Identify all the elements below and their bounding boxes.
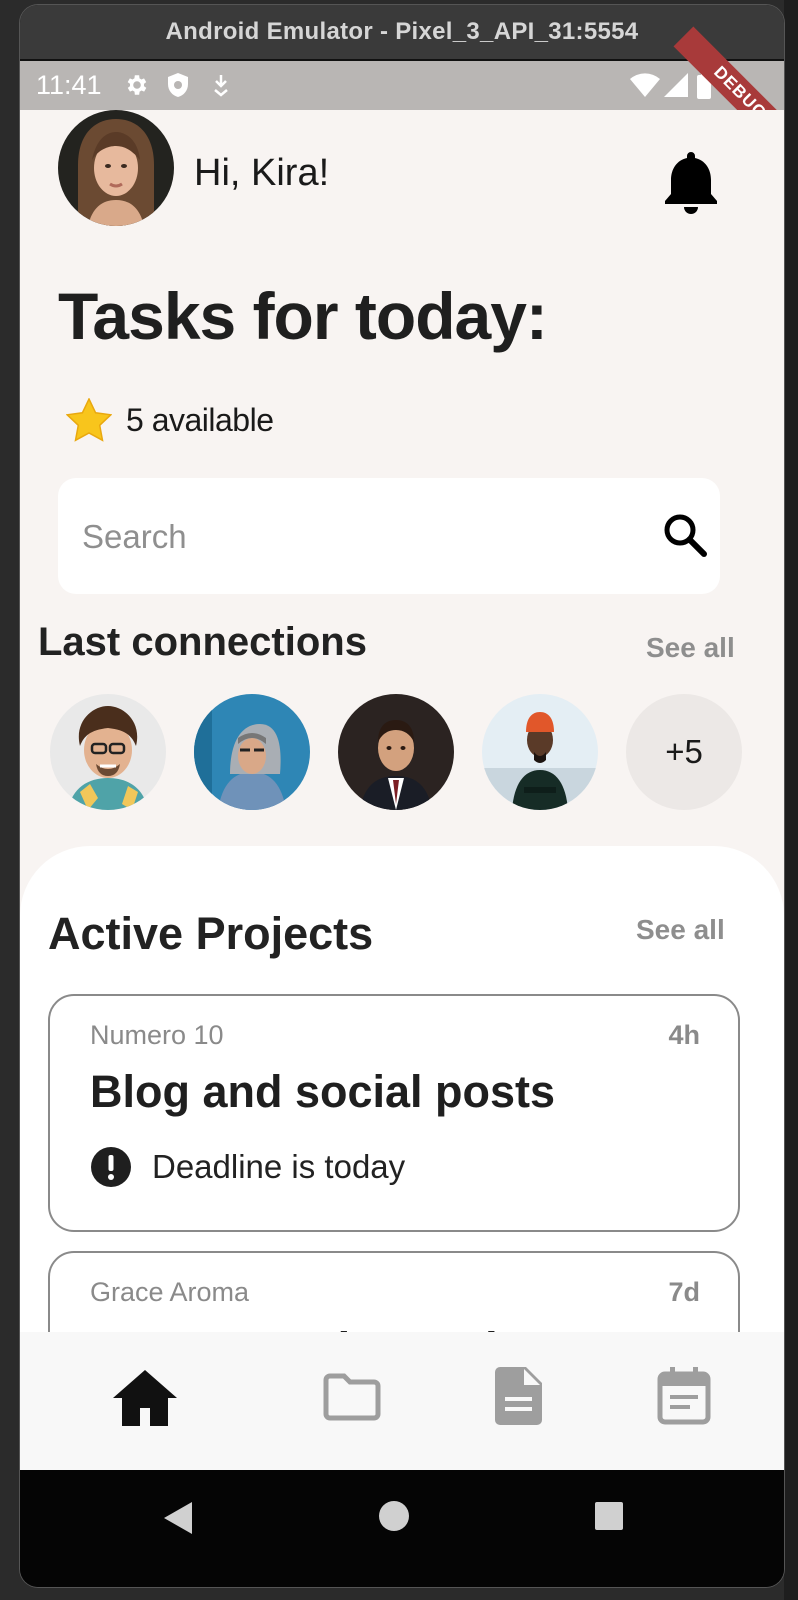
project-client: Numero 10 <box>90 1020 224 1050</box>
connection-avatar[interactable] <box>194 694 310 810</box>
star-icon <box>66 398 112 442</box>
desktop-background-strip <box>784 0 798 1600</box>
tasks-available-text: 5 available <box>126 401 274 438</box>
back-icon[interactable] <box>162 1500 194 1536</box>
notification-bell-icon[interactable] <box>662 150 720 216</box>
project-card[interactable]: Numero 10 4h Blog and social posts Deadl… <box>48 994 740 1232</box>
settings-status-icon <box>127 75 147 95</box>
search-box <box>58 478 720 594</box>
connection-avatar[interactable] <box>50 694 166 810</box>
document-icon[interactable] <box>494 1366 544 1426</box>
bottom-navigation <box>20 1332 784 1470</box>
project-time: 4h <box>668 1020 700 1050</box>
more-connections-button[interactable]: +5 <box>626 694 742 810</box>
home-circle-icon[interactable] <box>378 1500 410 1532</box>
more-connections-count: +5 <box>665 733 703 770</box>
project-time: 7d <box>668 1277 700 1307</box>
folder-icon[interactable] <box>322 1372 382 1422</box>
connection-avatar[interactable] <box>338 694 454 810</box>
connection-avatar-image <box>338 694 454 810</box>
connection-avatar-image <box>482 694 598 810</box>
wifi-icon <box>630 73 660 97</box>
tasks-title: Tasks for today: <box>58 279 548 353</box>
last-connections-title: Last connections <box>38 620 367 664</box>
user-avatar-image <box>58 110 174 226</box>
status-bar: 11:41 DEBUG <box>20 26 784 160</box>
connection-avatar[interactable] <box>482 694 598 810</box>
project-deadline-text: Deadline is today <box>152 1148 406 1185</box>
status-time: 11:41 <box>36 70 102 100</box>
recents-icon[interactable] <box>594 1501 624 1531</box>
projects-see-all-link[interactable]: See all <box>636 914 725 946</box>
active-projects-title: Active Projects <box>48 908 374 959</box>
signal-icon <box>664 73 688 97</box>
system-navigation-bar <box>20 1470 784 1587</box>
connections-see-all-link[interactable]: See all <box>646 632 735 664</box>
download-status-icon <box>214 75 228 97</box>
connection-avatar-image <box>50 694 166 810</box>
home-icon[interactable] <box>112 1368 178 1428</box>
project-deadline: Deadline is today <box>90 1146 405 1188</box>
tasks-available: 5 available <box>66 398 274 442</box>
emulator-title-bar[interactable]: Android Emulator - Pixel_3_API_31:5554 <box>20 5 784 59</box>
emulator-window: Android Emulator - Pixel_3_API_31:5554 1… <box>20 5 784 1587</box>
greeting-text: Hi, Kira! <box>194 152 330 194</box>
project-title: Blog and social posts <box>90 1066 556 1117</box>
app-screen: Hi, Kira! Tasks for today: 5 available L… <box>20 110 784 1470</box>
shield-status-icon <box>168 73 188 97</box>
calendar-icon[interactable] <box>656 1366 712 1426</box>
alert-icon <box>91 1147 131 1187</box>
connection-avatar-image <box>194 694 310 810</box>
emulator-title: Android Emulator - Pixel_3_API_31:5554 <box>165 18 639 45</box>
user-avatar[interactable] <box>58 110 174 226</box>
project-client: Grace Aroma <box>90 1277 250 1307</box>
search-input[interactable] <box>80 508 644 566</box>
search-icon[interactable] <box>662 512 708 558</box>
